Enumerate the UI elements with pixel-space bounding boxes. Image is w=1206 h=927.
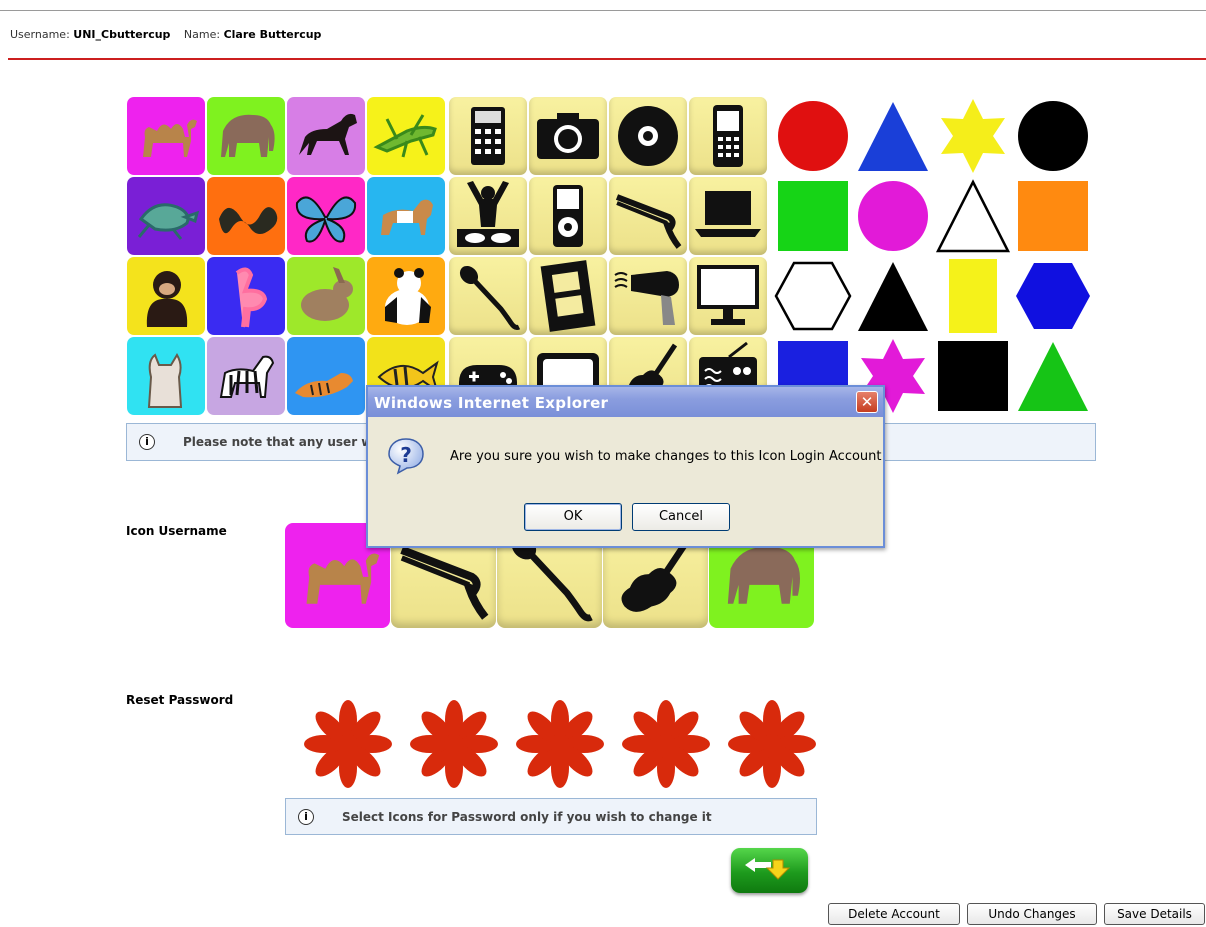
svg-text:?: ? [400,443,412,467]
close-icon[interactable]: ✕ [856,391,878,413]
turtle-icon[interactable] [127,177,205,255]
name-value: Clare Buttercup [223,28,322,41]
user-info-bar: Username: UNI_Cbuttercup Name: Clare But… [10,28,331,41]
panda-icon[interactable] [367,257,445,335]
hair-dryer-icon[interactable] [609,257,687,335]
cd-icon[interactable] [609,97,687,175]
horse-icon[interactable] [287,97,365,175]
hair-straightener-icon[interactable] [609,177,687,255]
question-icon: ? [388,438,424,475]
triangle-shape-icon[interactable] [1014,337,1092,415]
delete-account-button[interactable]: Delete Account [828,903,960,925]
grid-note-text: Please note that any user w [183,435,373,449]
triangle-shape-icon[interactable] [854,97,932,175]
icon-selection-grid [127,97,1094,419]
cancel-button[interactable]: Cancel [632,503,730,531]
calculator-icon[interactable] [449,97,527,175]
triangle-shape-icon[interactable] [854,257,932,335]
password-info-note: i Select Icons for Password only if you … [285,798,817,835]
reset-password-label: Reset Password [126,693,234,707]
shapes-panel [774,97,1094,419]
username-label: Username: [10,28,70,41]
save-details-button[interactable]: Save Details [1104,903,1205,925]
camel-icon[interactable] [127,97,205,175]
elephant-icon[interactable] [207,97,285,175]
undo-changes-button[interactable]: Undo Changes [967,903,1097,925]
rabbit-icon[interactable] [287,257,365,335]
hexagon-shape-icon[interactable] [774,257,852,335]
hexagon-shape-icon[interactable] [1014,257,1092,335]
dj-icon[interactable] [449,177,527,255]
dog-icon[interactable] [367,177,445,255]
circle-shape-icon[interactable] [1014,97,1092,175]
confirm-dialog: Windows Internet Explorer ✕ ? Are you su… [366,385,885,548]
info-icon: i [298,809,314,825]
ok-button[interactable]: OK [524,503,622,531]
tiger-icon[interactable] [287,337,365,415]
undo-arrow-button[interactable] [731,848,808,893]
microphone-icon[interactable] [449,257,527,335]
arrow-swap-icon [745,858,791,880]
name-label: Name: [183,28,221,41]
password-note-text: Select Icons for Password only if you wi… [342,810,712,824]
square-shape-icon[interactable] [774,177,852,255]
dialog-titlebar: Windows Internet Explorer ✕ [368,387,883,417]
password-asterisk-icon [302,698,394,790]
dialog-title: Windows Internet Explorer [374,394,609,412]
cat-icon[interactable] [127,337,205,415]
grasshopper-icon[interactable] [367,97,445,175]
ipod-icon[interactable] [529,177,607,255]
chimpanzee-icon[interactable] [127,257,205,335]
butterfly-icon[interactable] [287,177,365,255]
password-asterisk-icon [514,698,606,790]
monitor-icon[interactable] [689,257,767,335]
laptop-icon[interactable] [689,177,767,255]
triangle-shape-icon[interactable] [934,177,1012,255]
circle-shape-icon[interactable] [774,97,852,175]
square-shape-icon[interactable] [1014,177,1092,255]
info-icon: i [139,434,155,450]
password-asterisk-icon [620,698,712,790]
header-divider [8,58,1206,60]
icon-username-label: Icon Username [126,524,227,538]
top-divider [0,10,1206,11]
dialog-message: Are you sure you wish to make changes to… [450,449,882,464]
password-asterisk-icon [408,698,500,790]
circle-shape-icon[interactable] [854,177,932,255]
flamingo-icon[interactable] [207,257,285,335]
snake-icon[interactable] [207,177,285,255]
square-shape-icon[interactable] [934,337,1012,415]
rect-shape-icon[interactable] [934,257,1012,335]
password-asterisk-icon [726,698,818,790]
mobile-phone-icon[interactable] [689,97,767,175]
camera-icon[interactable] [529,97,607,175]
username-value: UNI_Cbuttercup [73,28,171,41]
film-icon[interactable] [529,257,607,335]
zebra-icon[interactable] [207,337,285,415]
star6-shape-icon[interactable] [934,97,1012,175]
